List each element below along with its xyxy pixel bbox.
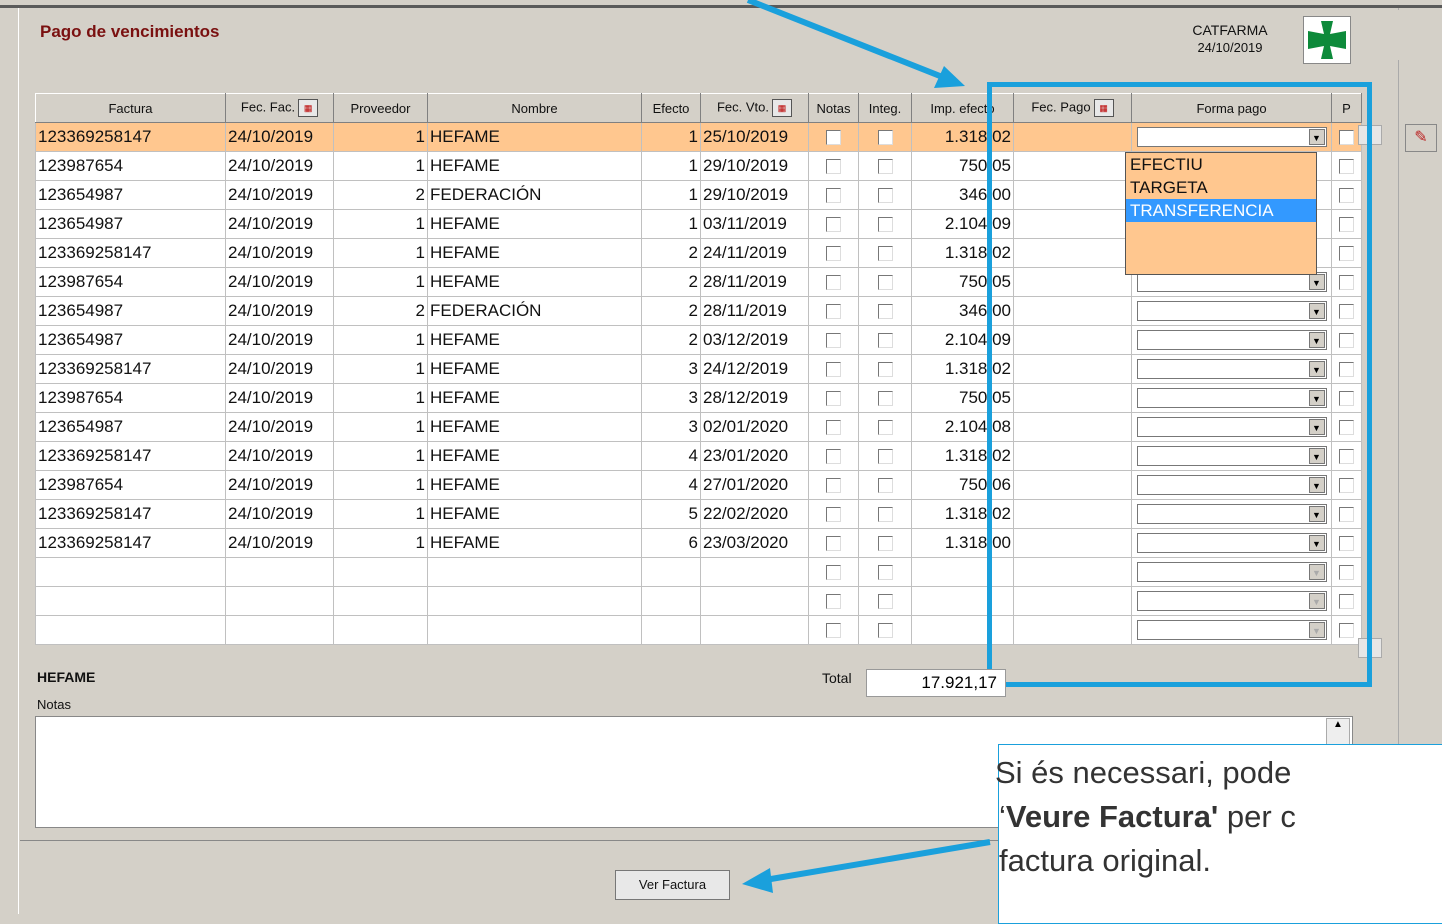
arrow-line-top: [746, 0, 947, 81]
annotation-arrows: [742, 0, 991, 893]
arrow-head-bottom: [742, 868, 773, 893]
arrow-line-bottom: [764, 839, 991, 883]
